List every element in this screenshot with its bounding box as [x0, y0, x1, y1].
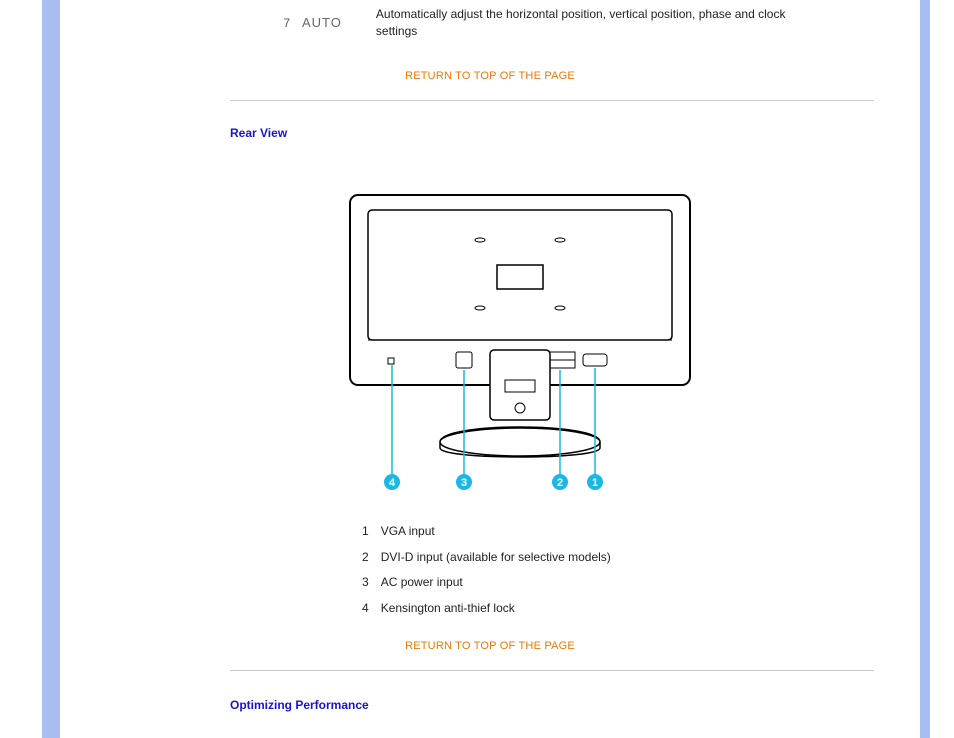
auto-label: AUTO — [302, 15, 342, 30]
decor-bar-left — [42, 0, 60, 738]
legend-row: 4 Kensington anti-thief lock — [362, 597, 621, 621]
feature-description: Automatically adjust the horizontal posi… — [376, 6, 806, 40]
legend-text: Kensington anti-thief lock — [381, 597, 621, 621]
legend-num: 2 — [362, 546, 379, 570]
page-frame: 7 AUTO Automatically adjust the horizont… — [0, 0, 954, 738]
divider — [230, 100, 874, 101]
legend-num: 4 — [362, 597, 379, 621]
callout-4: 4 — [389, 477, 396, 489]
legend-text: DVI-D input (available for selective mod… — [381, 546, 621, 570]
feature-number: 7 — [270, 16, 290, 30]
legend-text: VGA input — [381, 520, 621, 544]
callout-2: 2 — [557, 477, 563, 489]
legend-row: 1 VGA input — [362, 520, 621, 544]
divider — [230, 670, 874, 671]
legend-row: 3 AC power input — [362, 571, 621, 595]
legend-num: 3 — [362, 571, 379, 595]
page-content: 7 AUTO Automatically adjust the horizont… — [60, 0, 920, 738]
feature-row-7: 7 AUTO Automatically adjust the horizont… — [270, 6, 806, 40]
legend-text: AC power input — [381, 571, 621, 595]
legend-row: 2 DVI-D input (available for selective m… — [362, 546, 621, 570]
rear-view-legend: 1 VGA input 2 DVI-D input (available for… — [360, 518, 623, 622]
section-heading-rear-view[interactable]: Rear View — [230, 126, 287, 140]
return-to-top-link[interactable]: RETURN TO TOP OF THE PAGE — [60, 70, 920, 82]
section-heading-optimizing[interactable]: Optimizing Performance — [230, 698, 369, 712]
return-to-top-link[interactable]: RETURN TO TOP OF THE PAGE — [60, 640, 920, 652]
decor-bar-right — [920, 0, 930, 738]
legend-num: 1 — [362, 520, 379, 544]
rear-view-diagram: 4 3 2 1 — [340, 190, 700, 490]
callout-1: 1 — [592, 477, 598, 489]
callout-3: 3 — [461, 477, 467, 489]
